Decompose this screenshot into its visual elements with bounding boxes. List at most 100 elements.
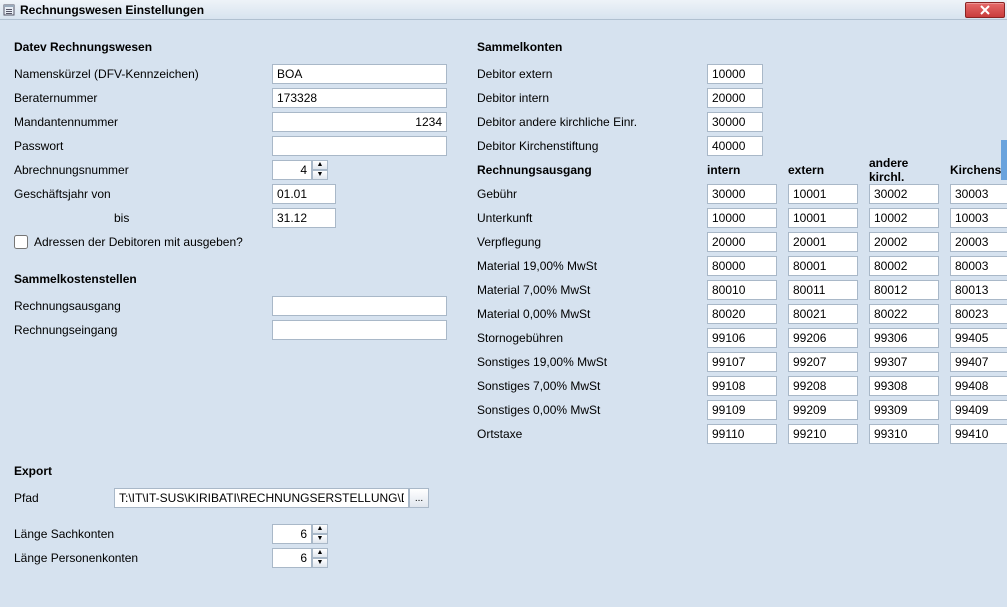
grid-cell-input[interactable] [869, 328, 939, 348]
grid-cell-input[interactable] [788, 232, 858, 252]
sach-down[interactable]: ▼ [312, 534, 328, 544]
deb-stift-label: Debitor Kirchenstiftung [477, 139, 707, 153]
abrech-up[interactable]: ▲ [312, 160, 328, 170]
gj-von-input[interactable] [272, 184, 336, 204]
window-title: Rechnungswesen Einstellungen [20, 3, 965, 17]
grid-cell-input[interactable] [707, 424, 777, 444]
pfad-label: Pfad [14, 491, 114, 505]
grid-cell-input[interactable] [788, 256, 858, 276]
grid-cell-input[interactable] [788, 424, 858, 444]
grid-cell-input[interactable] [788, 280, 858, 300]
grid-row-label: Ortstaxe [477, 427, 707, 441]
grid-cell-input[interactable] [788, 328, 858, 348]
deb-andere-label: Debitor andere kirchliche Einr. [477, 115, 707, 129]
grid-cell-input[interactable] [950, 232, 1007, 252]
deb-extern-input[interactable] [707, 64, 763, 84]
pfad-input[interactable] [114, 488, 409, 508]
passwort-input[interactable] [272, 136, 447, 156]
grid-cell-input[interactable] [707, 184, 777, 204]
sammel-header: Sammelkonten [477, 40, 1007, 54]
grid-row: Material 0,00% MwSt [477, 302, 1007, 326]
grid-cell-input[interactable] [869, 400, 939, 420]
grid-col-1: extern [788, 163, 863, 177]
grid-col-0: intern [707, 163, 782, 177]
sach-input[interactable] [272, 524, 312, 544]
grid-row-label: Gebühr [477, 187, 707, 201]
grid-row: Ortstaxe [477, 422, 1007, 446]
pers-input[interactable] [272, 548, 312, 568]
grid-cell-input[interactable] [788, 352, 858, 372]
grid-cell-input[interactable] [869, 280, 939, 300]
grid-cell-input[interactable] [707, 232, 777, 252]
grid-cell-input[interactable] [950, 304, 1007, 324]
gj-bis-input[interactable] [272, 208, 336, 228]
sach-up[interactable]: ▲ [312, 524, 328, 534]
kosten-re-label: Rechnungseingang [14, 323, 272, 337]
sach-label: Länge Sachkonten [14, 527, 272, 541]
adressen-checkbox[interactable] [14, 235, 28, 249]
titlebar: Rechnungswesen Einstellungen [0, 0, 1007, 20]
deb-intern-input[interactable] [707, 88, 763, 108]
grid-cell-input[interactable] [869, 376, 939, 396]
grid-cell-input[interactable] [707, 256, 777, 276]
grid-cell-input[interactable] [869, 424, 939, 444]
abrech-down[interactable]: ▼ [312, 170, 328, 180]
grid-cell-input[interactable] [869, 184, 939, 204]
grid-cell-input[interactable] [950, 328, 1007, 348]
grid-cell-input[interactable] [869, 208, 939, 228]
grid-cell-input[interactable] [950, 352, 1007, 372]
grid-row-label: Material 0,00% MwSt [477, 307, 707, 321]
mandant-input[interactable] [272, 112, 447, 132]
left-column: Datev Rechnungswesen Namenskürzel (DFV-K… [14, 40, 447, 446]
grid-cell-input[interactable] [788, 400, 858, 420]
namenskuerzel-input[interactable] [272, 64, 447, 84]
kosten-ra-label: Rechnungsausgang [14, 299, 272, 313]
grid-row-label: Verpflegung [477, 235, 707, 249]
grid-cell-input[interactable] [707, 400, 777, 420]
grid-row: Stornogebühren [477, 326, 1007, 350]
grid-cell-input[interactable] [707, 208, 777, 228]
grid-cell-input[interactable] [788, 376, 858, 396]
grid-cell-input[interactable] [950, 376, 1007, 396]
pers-spinner: ▲ ▼ [272, 548, 328, 568]
pfad-browse-button[interactable]: ... [409, 488, 429, 508]
close-button[interactable] [965, 2, 1005, 18]
passwort-label: Passwort [14, 139, 272, 153]
grid-cell-input[interactable] [950, 424, 1007, 444]
grid-row: Material 19,00% MwSt [477, 254, 1007, 278]
grid-cell-input[interactable] [950, 208, 1007, 228]
grid-cell-input[interactable] [707, 352, 777, 372]
adressen-label: Adressen der Debitoren mit ausgeben? [34, 235, 243, 249]
gj-von-label: Geschäftsjahr von [14, 187, 272, 201]
gj-bis-label: bis [14, 211, 272, 225]
grid-row: Unterkunft [477, 206, 1007, 230]
grid-cell-input[interactable] [788, 208, 858, 228]
kosten-ra-input[interactable] [272, 296, 447, 316]
grid-row: Gebühr [477, 182, 1007, 206]
grid-cell-input[interactable] [950, 400, 1007, 420]
grid-cell-input[interactable] [707, 304, 777, 324]
grid-cell-input[interactable] [869, 304, 939, 324]
pers-up[interactable]: ▲ [312, 548, 328, 558]
kosten-re-input[interactable] [272, 320, 447, 340]
grid-cell-input[interactable] [707, 280, 777, 300]
grid-cell-input[interactable] [788, 304, 858, 324]
grid-cell-input[interactable] [788, 184, 858, 204]
grid-cell-input[interactable] [707, 376, 777, 396]
abrech-input[interactable] [272, 160, 312, 180]
grid-cell-input[interactable] [869, 232, 939, 252]
grid-col-2: andere kirchl. [869, 156, 944, 184]
deb-andere-input[interactable] [707, 112, 763, 132]
export-section: Export Pfad ... Länge Sachkonten ▲ ▼ [14, 464, 993, 570]
deb-stift-input[interactable] [707, 136, 763, 156]
grid-cell-input[interactable] [869, 352, 939, 372]
grid-cell-input[interactable] [707, 328, 777, 348]
grid-cell-input[interactable] [950, 184, 1007, 204]
grid-cell-input[interactable] [950, 256, 1007, 276]
content-area: Datev Rechnungswesen Namenskürzel (DFV-K… [0, 20, 1007, 607]
grid-cell-input[interactable] [869, 256, 939, 276]
pers-down[interactable]: ▼ [312, 558, 328, 568]
abrech-spinner: ▲ ▼ [272, 160, 328, 180]
grid-cell-input[interactable] [950, 280, 1007, 300]
berater-input[interactable] [272, 88, 447, 108]
